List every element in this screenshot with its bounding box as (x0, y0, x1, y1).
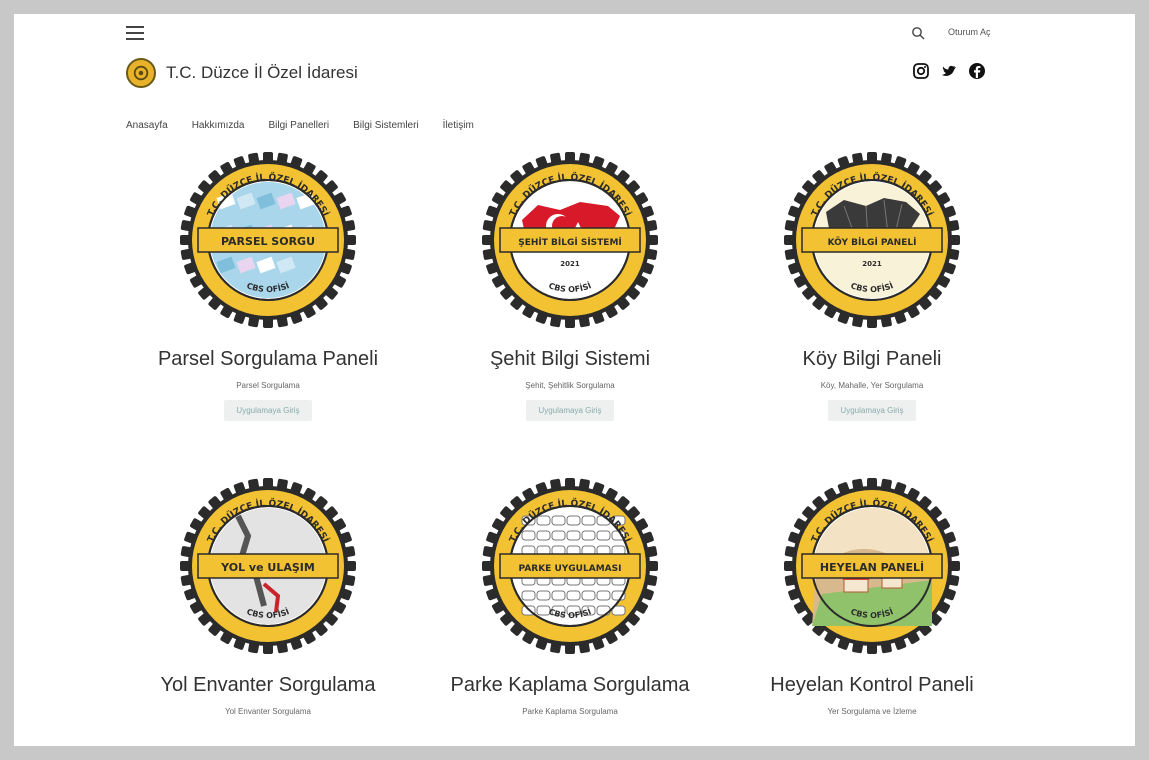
badge-emblem: PARSEL SORGUT.C. DÜZCE İL ÖZEL İDARESİCB… (180, 152, 356, 328)
app-enter-button[interactable]: Uygulamaya Giriş (526, 400, 614, 421)
card-subtitle: Parke Kaplama Sorgulama (522, 707, 618, 716)
card-subtitle: Köy, Mahalle, Yer Sorgulama (820, 381, 924, 390)
badge-label: PARKE UYGULAMASI (519, 564, 622, 574)
badge-label: KÖY BİLGİ PANELİ (828, 237, 917, 248)
badge-label: PARSEL SORGU (221, 235, 315, 248)
brand-logo (126, 58, 156, 88)
card-subtitle: Parsel Sorgulama (236, 381, 300, 390)
instagram-icon[interactable] (912, 62, 930, 80)
badge-emblem: YOL ve ULAŞIMT.C. DÜZCE İL ÖZEL İDARESİC… (180, 478, 356, 654)
badge-heyelan[interactable]: HEYELAN PANELİ T.C. DÜZCE İL ÖZEL İDARESİ… (782, 476, 962, 656)
card-sehit: ŞEHİT BİLGİ SİSTEMİ T.C. DÜZCE İL ÖZEL İD… (420, 150, 720, 421)
facebook-icon[interactable] (968, 62, 986, 80)
badge-parke[interactable]: PARKE UYGULAMASI T.C. DÜZCE İL ÖZEL İDARE… (480, 476, 660, 656)
card-yol: YOL ve ULAŞIM T.C. DÜZCE İL ÖZEL İDARESİ C… (118, 476, 418, 716)
app-enter-button[interactable]: Uygulamaya Giriş (224, 400, 312, 421)
card-parsel: PARSEL SORGU T.C. DÜZCE İL ÖZEL İDARESİ CB… (118, 150, 418, 421)
main-nav: Anasayfa Hakkımızda Bilgi Panelleri Bilg… (126, 120, 474, 131)
card-title: Heyelan Kontrol Paneli (770, 674, 974, 696)
card-subtitle: Yol Envanter Sorgulama (225, 707, 311, 716)
badge-emblem: ŞEHİT BİLGİ SİSTEMİT.C. DÜZCE İL ÖZEL İD… (482, 152, 658, 328)
twitter-icon[interactable] (940, 62, 958, 80)
card-title: Köy Bilgi Paneli (802, 348, 942, 370)
nav-item-anasayfa[interactable]: Anasayfa (126, 120, 168, 131)
card-heyelan: HEYELAN PANELİ T.C. DÜZCE İL ÖZEL İDARESİ… (722, 476, 1022, 716)
badge-emblem: HEYELAN PANELİT.C. DÜZCE İL ÖZEL İDARESİ… (784, 478, 960, 654)
login-link[interactable]: Oturum Aç (948, 27, 991, 37)
card-title: Parke Kaplama Sorgulama (450, 674, 690, 696)
badge-emblem: PARKE UYGULAMASIT.C. DÜZCE İL ÖZEL İDARE… (482, 478, 658, 654)
badge-parsel[interactable]: PARSEL SORGU T.C. DÜZCE İL ÖZEL İDARESİ CB… (178, 150, 358, 330)
badge-yol[interactable]: YOL ve ULAŞIM T.C. DÜZCE İL ÖZEL İDARESİ C… (178, 476, 358, 656)
card-subtitle: Yer Sorgulama ve İzleme (827, 707, 917, 716)
card-subtitle: Şehit, Şehitlik Sorgulama (525, 381, 615, 390)
page-frame: T.C. Düzce İl Özel İdaresi Oturum Aç Ana… (14, 14, 1135, 746)
brand[interactable]: T.C. Düzce İl Özel İdaresi (126, 58, 358, 88)
badge-year: 2021 (560, 260, 580, 268)
brand-title: T.C. Düzce İl Özel İdaresi (166, 63, 358, 82)
badge-label: ŞEHİT BİLGİ SİSTEMİ (518, 237, 622, 248)
card-parke: PARKE UYGULAMASI T.C. DÜZCE İL ÖZEL İDARE… (420, 476, 720, 716)
nav-item-bilgi-sistemleri[interactable]: Bilgi Sistemleri (353, 120, 419, 131)
card-title: Parsel Sorgulama Paneli (157, 348, 379, 370)
badge-koy[interactable]: KÖY BİLGİ PANELİ T.C. DÜZCE İL ÖZEL İDARE… (782, 150, 962, 330)
hamburger-icon[interactable] (126, 26, 144, 40)
search-icon[interactable] (911, 26, 925, 40)
nav-item-bilgi-panelleri[interactable]: Bilgi Panelleri (269, 120, 330, 131)
social-links (912, 62, 986, 80)
badge-emblem: KÖY BİLGİ PANELİT.C. DÜZCE İL ÖZEL İDARE… (784, 152, 960, 328)
badge-label: HEYELAN PANELİ (820, 560, 924, 574)
card-title: Yol Envanter Sorgulama (160, 674, 376, 696)
nav-item-iletisim[interactable]: İletişim (443, 120, 474, 131)
card-koy: KÖY BİLGİ PANELİ T.C. DÜZCE İL ÖZEL İDARE… (722, 150, 1022, 421)
nav-item-hakkimizda[interactable]: Hakkımızda (192, 120, 245, 131)
badge-year: 2021 (862, 260, 882, 268)
badge-label: YOL ve ULAŞIM (220, 561, 315, 574)
card-title: Şehit Bilgi Sistemi (489, 348, 651, 370)
app-enter-button[interactable]: Uygulamaya Giriş (828, 400, 916, 421)
badge-sehit[interactable]: ŞEHİT BİLGİ SİSTEMİ T.C. DÜZCE İL ÖZEL İD… (480, 150, 660, 330)
